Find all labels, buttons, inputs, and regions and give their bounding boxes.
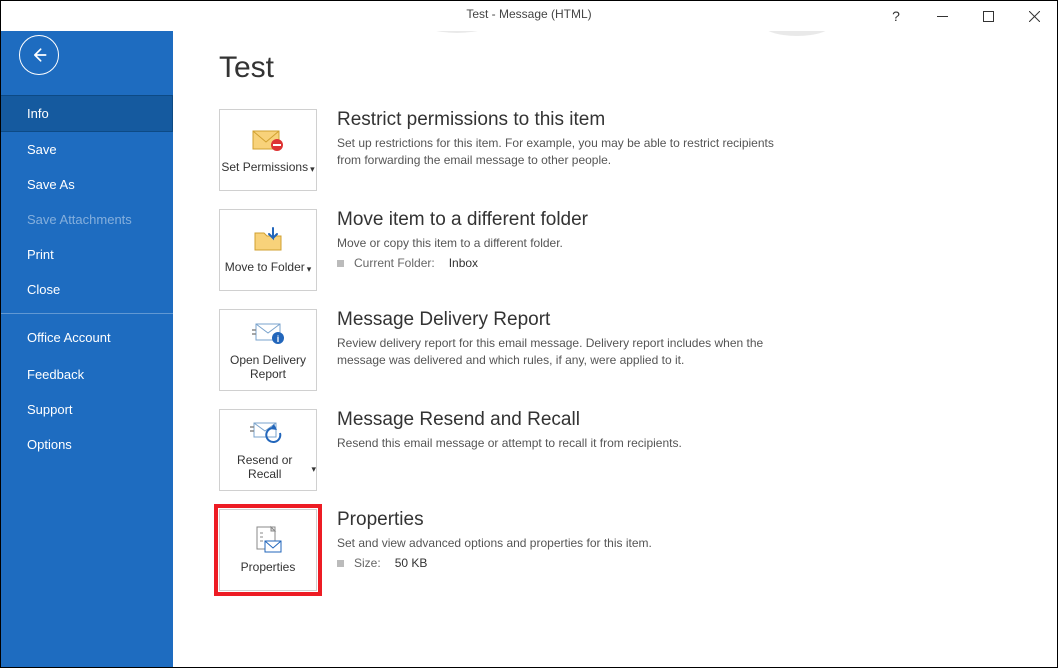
sidebar-item-info[interactable]: Info (1, 95, 173, 132)
close-icon (1029, 11, 1040, 22)
properties-title: Properties (337, 509, 652, 531)
section-permissions: Set Permissions ▾ Restrict permissions t… (219, 109, 1011, 191)
section-properties: Properties Properties Set and view advan… (219, 509, 1011, 591)
section-resend: Resend or Recall ▾ Message Resend and Re… (219, 409, 1011, 491)
chevron-down-icon: ▾ (307, 264, 312, 274)
resend-or-recall-button[interactable]: Resend or Recall ▾ (219, 409, 317, 491)
move-title: Move item to a different folder (337, 209, 588, 231)
section-delivery: i Open Delivery Report Message Delivery … (219, 309, 1011, 391)
properties-desc: Set and view advanced options and proper… (337, 535, 652, 552)
minimize-icon (937, 11, 948, 22)
section-move: Move to Folder ▾ Move item to a differen… (219, 209, 1011, 291)
chevron-down-icon: ▾ (311, 464, 316, 474)
delivery-report-icon: i (250, 318, 286, 348)
page-title: Test (219, 51, 1011, 85)
sidebar-item-support[interactable]: Support (1, 392, 173, 427)
move-folder-icon (251, 225, 285, 255)
open-delivery-report-label: Open Delivery Report (220, 354, 316, 382)
resend-title: Message Resend and Recall (337, 409, 682, 431)
size-label: Size: (354, 556, 381, 570)
sidebar-item-print[interactable]: Print (1, 237, 173, 272)
permissions-desc: Set up restrictions for this item. For e… (337, 135, 797, 170)
set-permissions-button[interactable]: Set Permissions ▾ (219, 109, 317, 191)
properties-button[interactable]: Properties (219, 509, 317, 591)
sidebar-item-save-as[interactable]: Save As (1, 167, 173, 202)
sidebar-item-save[interactable]: Save (1, 132, 173, 167)
move-to-folder-label: Move to Folder (225, 261, 305, 275)
properties-label: Properties (241, 561, 296, 575)
minimize-button[interactable] (919, 1, 965, 31)
sidebar-item-office-account[interactable]: Office Account (1, 320, 173, 357)
help-button[interactable]: ? (873, 1, 919, 31)
properties-icon (251, 525, 285, 555)
svg-text:i: i (277, 334, 280, 344)
size-row: Size: 50 KB (337, 556, 652, 570)
delivery-desc: Review delivery report for this email me… (337, 335, 797, 370)
close-window-button[interactable] (1011, 1, 1057, 31)
resend-or-recall-label: Resend or Recall (220, 454, 309, 482)
bullet-icon (337, 260, 344, 267)
move-desc: Move or copy this item to a different fo… (337, 235, 588, 252)
sidebar-item-feedback[interactable]: Feedback (1, 357, 173, 392)
backstage-sidebar: Info Save Save As Save Attachments Print… (1, 31, 173, 667)
maximize-icon (983, 11, 994, 22)
resend-icon (250, 418, 286, 448)
maximize-button[interactable] (965, 1, 1011, 31)
bullet-icon (337, 560, 344, 567)
permissions-title: Restrict permissions to this item (337, 109, 797, 131)
move-to-folder-button[interactable]: Move to Folder ▾ (219, 209, 317, 291)
sidebar-separator (1, 313, 173, 314)
current-folder-label: Current Folder: (354, 256, 435, 270)
set-permissions-label: Set Permissions (221, 161, 308, 175)
delivery-title: Message Delivery Report (337, 309, 797, 331)
titlebar: Test - Message (HTML) ? (1, 1, 1057, 31)
back-arrow-icon (29, 45, 49, 65)
sidebar-item-options[interactable]: Options (1, 427, 173, 462)
open-delivery-report-button[interactable]: i Open Delivery Report (219, 309, 317, 391)
resend-desc: Resend this email message or attempt to … (337, 435, 682, 452)
size-value: 50 KB (395, 556, 428, 570)
current-folder-row: Current Folder: Inbox (337, 256, 588, 270)
back-button[interactable] (19, 35, 59, 75)
sidebar-item-save-attachments: Save Attachments (1, 202, 173, 237)
sidebar-item-close[interactable]: Close (1, 272, 173, 307)
current-folder-value: Inbox (449, 256, 478, 270)
backstage-main: Test Set Permissions ▾ Restric (173, 31, 1057, 667)
window-title: Test - Message (HTML) (466, 7, 591, 21)
chevron-down-icon: ▾ (310, 164, 315, 174)
envelope-denied-icon (251, 125, 285, 155)
